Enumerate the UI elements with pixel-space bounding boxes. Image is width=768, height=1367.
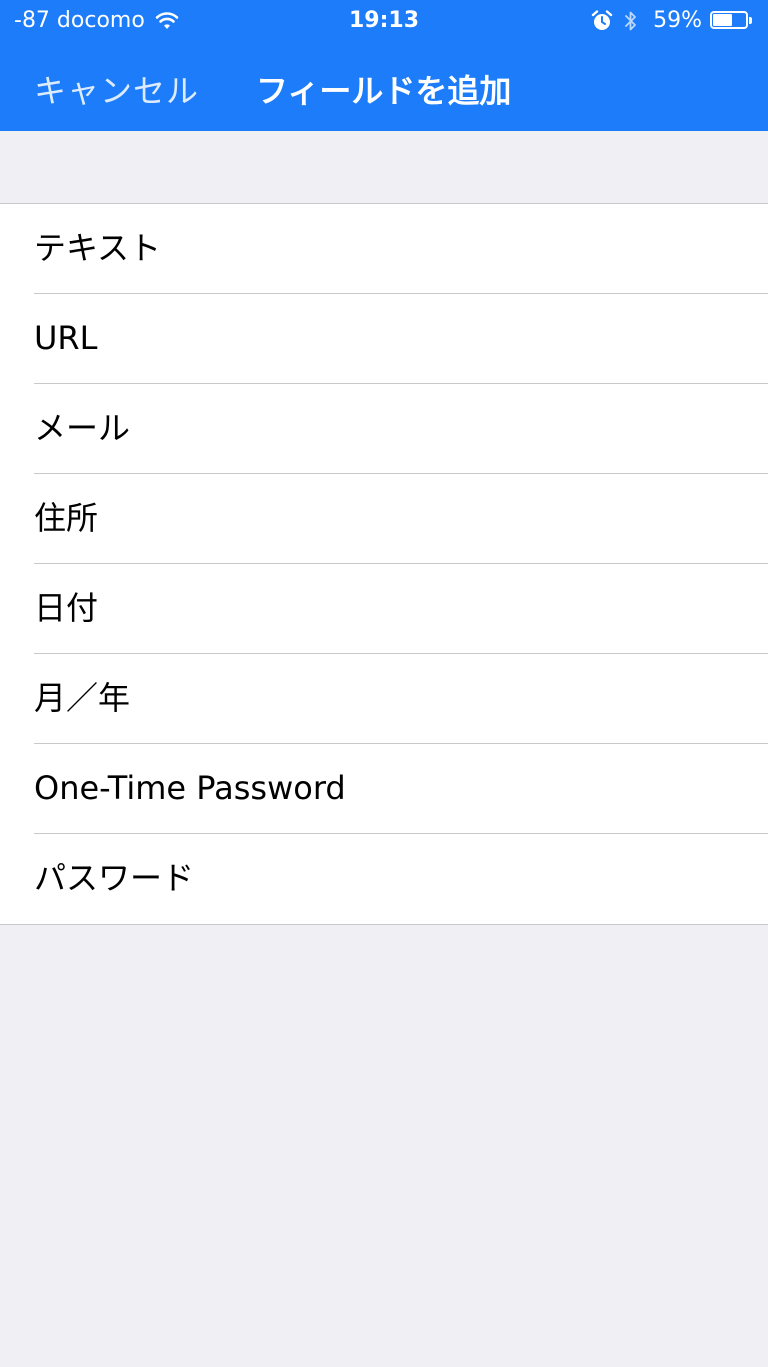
list-item-label: 月／年: [34, 679, 131, 717]
list-item-label: メール: [34, 409, 131, 447]
list-item-url[interactable]: URL: [0, 294, 768, 384]
top-bar: -87 docomo 19:13 59% キャンセル フィールドを追加: [0, 0, 768, 131]
list-item-label: One-Time Password: [34, 769, 346, 807]
battery-fill: [713, 13, 732, 26]
status-bar: -87 docomo 19:13 59%: [0, 0, 768, 42]
status-right: 59%: [591, 8, 754, 33]
list-item-month-year[interactable]: 月／年: [0, 654, 768, 744]
navigation-bar: キャンセル フィールドを追加: [0, 42, 768, 131]
list-item-label: URL: [34, 319, 98, 357]
cancel-button[interactable]: キャンセル: [34, 66, 199, 112]
list-item-password[interactable]: パスワード: [0, 834, 768, 924]
list-item-label: 日付: [34, 589, 99, 627]
battery-cap: [749, 16, 752, 24]
bluetooth-icon: [625, 11, 636, 30]
field-type-list: テキスト URL メール 住所 日付 月／年 One-Time Password…: [0, 203, 768, 925]
battery-icon: [710, 10, 754, 31]
list-item-address[interactable]: 住所: [0, 474, 768, 564]
list-item-text[interactable]: テキスト: [0, 204, 768, 294]
list-item-label: テキスト: [34, 229, 162, 267]
page-title: フィールドを追加: [256, 72, 512, 110]
list-item-one-time-password[interactable]: One-Time Password: [0, 744, 768, 834]
battery-percent: 59%: [653, 8, 702, 33]
alarm-clock-icon: [591, 9, 613, 30]
list-item-date[interactable]: 日付: [0, 564, 768, 654]
list-item-label: 住所: [34, 499, 99, 537]
list-item-label: パスワード: [34, 859, 195, 897]
list-item-email[interactable]: メール: [0, 384, 768, 474]
